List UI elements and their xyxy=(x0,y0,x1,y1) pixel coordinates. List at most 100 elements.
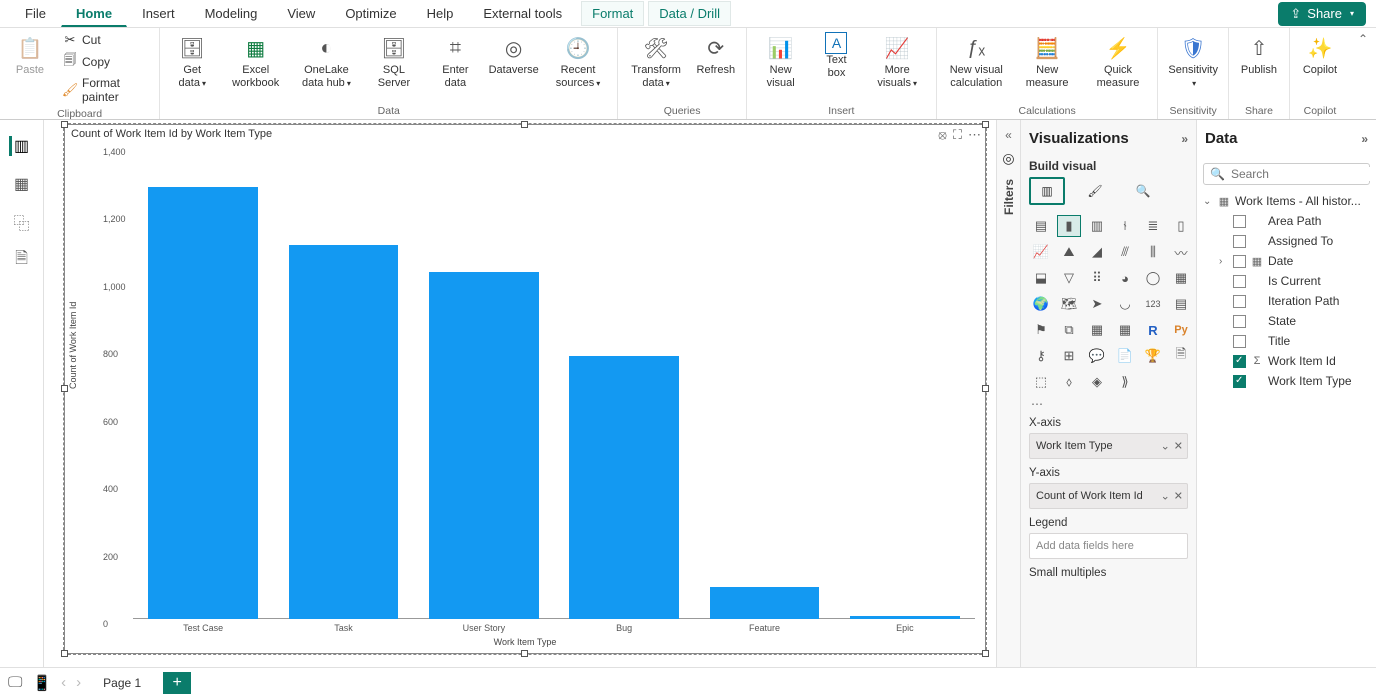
model-view-icon[interactable]: ⿻ xyxy=(12,212,32,232)
vistype-treemap[interactable]: ▦ xyxy=(1169,267,1193,289)
field-row[interactable]: Is Current xyxy=(1201,271,1372,291)
collapse-data-icon[interactable]: » xyxy=(1361,132,1368,146)
get-data-button[interactable]: 🗄Get data▾ xyxy=(166,30,218,92)
new-visual-button[interactable]: 📊New visual xyxy=(753,30,809,92)
table-node[interactable]: ⌄ ▦ Work Items - All histor... xyxy=(1201,191,1372,211)
resize-handle[interactable] xyxy=(61,385,68,392)
new-measure-button[interactable]: 🧮New measure xyxy=(1014,30,1081,92)
vistype-stacked-bar[interactable]: ▤ xyxy=(1029,215,1053,237)
vistype-line[interactable]: 📈 xyxy=(1029,241,1053,263)
vistype-multi-card[interactable]: ▤ xyxy=(1169,293,1193,315)
excel-button[interactable]: ▦Excel workbook xyxy=(222,30,289,92)
vistype-area[interactable]: ⛰ xyxy=(1057,241,1081,263)
cut-button[interactable]: ✂Cut xyxy=(58,30,105,50)
vistype-table[interactable]: ▦ xyxy=(1085,319,1109,341)
vistype-azure-map[interactable]: ➤ xyxy=(1085,293,1109,315)
quick-measure-button[interactable]: ⚡Quick measure xyxy=(1085,30,1152,92)
vistype-filled-map[interactable]: 🗺 xyxy=(1057,293,1081,315)
publish-button[interactable]: ⇧Publish xyxy=(1235,30,1283,79)
vistype-map[interactable]: 🌍 xyxy=(1029,293,1053,315)
chart-bar[interactable] xyxy=(429,272,538,619)
resize-handle[interactable] xyxy=(521,650,528,657)
remove-field-icon[interactable]: ✕ xyxy=(1174,490,1183,503)
vistype-goals[interactable]: 🏆 xyxy=(1141,345,1165,367)
menu-file[interactable]: File xyxy=(10,1,61,26)
chart-bar[interactable] xyxy=(148,187,257,619)
vistype-line-col[interactable]: ⫻ xyxy=(1113,241,1137,263)
vistype-py[interactable]: Py xyxy=(1169,319,1193,341)
resize-handle[interactable] xyxy=(982,121,989,128)
vistype-stacked-area[interactable]: ◢ xyxy=(1085,241,1109,263)
vistype-app[interactable]: ⬚ xyxy=(1029,371,1053,393)
field-checkbox[interactable] xyxy=(1233,255,1246,268)
field-row[interactable]: Assigned To xyxy=(1201,231,1372,251)
menu-view[interactable]: View xyxy=(272,1,330,26)
legend-well[interactable]: Add data fields here xyxy=(1029,533,1188,559)
vistype-narrative[interactable]: 📄 xyxy=(1113,345,1137,367)
yaxis-well[interactable]: Count of Work Item Id ⌄✕ xyxy=(1029,483,1188,509)
menu-data-drill[interactable]: Data / Drill xyxy=(648,1,731,26)
vistype-funnel[interactable]: ▽ xyxy=(1057,267,1081,289)
sql-button[interactable]: 🗄SQL Server xyxy=(364,30,424,92)
collapse-vis-icon[interactable]: » xyxy=(1181,132,1188,146)
resize-handle[interactable] xyxy=(521,121,528,128)
search-input[interactable] xyxy=(1231,167,1376,181)
field-checkbox[interactable] xyxy=(1233,355,1246,368)
enter-data-button[interactable]: ⌗Enter data xyxy=(428,30,483,92)
menu-modeling[interactable]: Modeling xyxy=(190,1,273,26)
report-canvas[interactable]: Count of Work Item Id by Work Item Type … xyxy=(44,120,996,667)
vistype-gauge[interactable]: ◡ xyxy=(1113,293,1137,315)
field-checkbox[interactable] xyxy=(1233,335,1246,348)
filters-target-icon[interactable]: ◎ xyxy=(1002,150,1014,167)
field-search[interactable]: 🔍 xyxy=(1203,163,1370,185)
chart-visual[interactable]: Count of Work Item Id by Work Item Type … xyxy=(64,124,986,654)
format-visual-tab[interactable]: 🖌 xyxy=(1077,177,1113,205)
vistype-clustered-column[interactable]: ⫮ xyxy=(1113,215,1137,237)
more-visuals-button[interactable]: 📈More visuals▾ xyxy=(864,30,929,92)
more-icon[interactable]: ⋯ xyxy=(968,127,981,143)
copilot-button[interactable]: ✨Copilot xyxy=(1296,30,1344,79)
vistype-clustered-bar[interactable]: ▥ xyxy=(1085,215,1109,237)
vistype-arcgis[interactable]: ⬨ xyxy=(1057,371,1081,393)
page-tab[interactable]: Page 1 xyxy=(91,672,153,694)
chart-bar[interactable] xyxy=(289,245,398,619)
add-page-button[interactable]: + xyxy=(163,672,191,694)
vistype-decomp[interactable]: ⊞ xyxy=(1057,345,1081,367)
field-checkbox[interactable] xyxy=(1233,235,1246,248)
vistype-key-influencers[interactable]: ⚷ xyxy=(1029,345,1053,367)
paste-button[interactable]: 📋 Paste xyxy=(6,30,54,79)
vistype-kpi[interactable]: ⚑ xyxy=(1029,319,1053,341)
onelake-button[interactable]: ◐OneLake data hub▾ xyxy=(293,30,360,92)
vistype-r[interactable]: R xyxy=(1141,319,1165,341)
resize-handle[interactable] xyxy=(61,650,68,657)
dax-view-icon[interactable]: 🗎 xyxy=(12,250,32,270)
chart-bar[interactable] xyxy=(569,356,678,619)
more-visuals-ellipsis[interactable]: ⋯ xyxy=(1021,397,1196,411)
resize-handle[interactable] xyxy=(982,650,989,657)
vistype-100bar[interactable]: ≣ xyxy=(1141,215,1165,237)
share-button[interactable]: ⇪ Share ▾ xyxy=(1278,2,1366,26)
vistype-matrix[interactable]: ▦ xyxy=(1113,319,1137,341)
filters-label[interactable]: Filters xyxy=(1002,179,1016,215)
field-row[interactable]: Iteration Path xyxy=(1201,291,1372,311)
menu-help[interactable]: Help xyxy=(412,1,469,26)
menu-external-tools[interactable]: External tools xyxy=(468,1,577,26)
xaxis-well[interactable]: Work Item Type ⌄✕ xyxy=(1029,433,1188,459)
menu-home[interactable]: Home xyxy=(61,1,127,27)
vistype-stacked-column[interactable]: ▮ xyxy=(1057,215,1081,237)
vistype-ribbon[interactable]: 〰 xyxy=(1169,241,1193,263)
chart-bar[interactable] xyxy=(850,616,959,619)
vistype-pie[interactable]: ◕ xyxy=(1113,267,1137,289)
vistype-card[interactable]: 123 xyxy=(1141,293,1165,315)
new-visual-calc-button[interactable]: ƒₓNew visual calculation xyxy=(943,30,1010,92)
vistype-line-stack[interactable]: ⫼ xyxy=(1141,241,1165,263)
vistype-qna[interactable]: 💬 xyxy=(1085,345,1109,367)
vistype-slicer[interactable]: ⧉ xyxy=(1057,319,1081,341)
resize-handle[interactable] xyxy=(61,121,68,128)
transform-data-button[interactable]: 🛠Transform data▾ xyxy=(624,30,687,92)
field-checkbox[interactable] xyxy=(1233,275,1246,288)
vistype-automate[interactable]: ⟫ xyxy=(1113,371,1137,393)
mobile-layout-icon[interactable]: 📱 xyxy=(32,674,51,692)
chevron-down-icon[interactable]: ⌄ xyxy=(1161,440,1170,453)
field-row[interactable]: Title xyxy=(1201,331,1372,351)
